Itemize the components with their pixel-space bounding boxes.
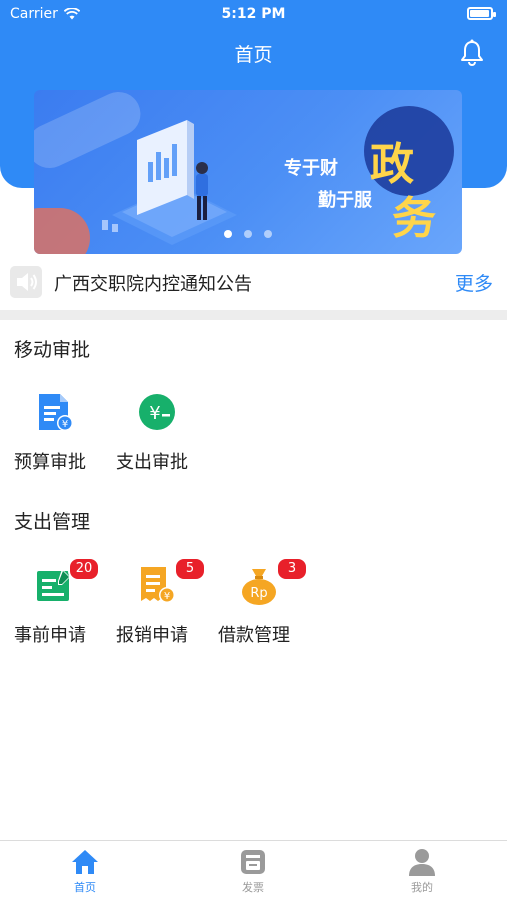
status-bar: Carrier 5:12 PM — [0, 0, 507, 30]
budget-approval-entry[interactable]: ¥ 预算审批 — [4, 392, 104, 492]
bottom-tab-bar: 首页 发票 我的 — [0, 840, 507, 900]
tab-profile[interactable]: 我的 — [372, 847, 472, 895]
speaker-icon — [10, 266, 42, 298]
tab-home-label: 首页 — [74, 881, 96, 894]
prior-application-badge: 20 — [68, 557, 100, 581]
expense-approval-label: 支出审批 — [116, 452, 188, 473]
banner-slogan-line1: 专于财 — [284, 158, 338, 179]
promo-banner-carousel[interactable]: 专于财 勤于服 政 务 — [34, 90, 462, 254]
profile-icon — [409, 849, 435, 876]
notice-bar[interactable]: 广西交职院内控通知公告 更多 — [0, 256, 507, 308]
carousel-pagination — [34, 230, 462, 238]
notice-title[interactable]: 广西交职院内控通知公告 — [54, 270, 252, 296]
budget-doc-icon: ¥ — [39, 394, 73, 431]
reimbursement-receipt-icon: ¥ — [141, 567, 175, 603]
svg-text:¥: ¥ — [149, 403, 160, 424]
notification-bell-icon[interactable] — [459, 39, 485, 67]
banner-slogan-line2: 勤于服 — [318, 190, 372, 211]
loan-badge: 3 — [276, 557, 308, 581]
tab-invoice[interactable]: 发票 — [203, 847, 303, 895]
reimbursement-application-label: 报销申请 — [116, 625, 188, 646]
tab-home[interactable]: 首页 — [35, 847, 135, 895]
svg-text:Rp: Rp — [250, 586, 267, 601]
section-title-mobile-approval: 移动审批 — [14, 339, 91, 361]
invoice-icon — [241, 850, 265, 874]
reimbursement-badge: 5 — [174, 557, 206, 581]
budget-approval-label: 预算审批 — [14, 452, 86, 473]
home-icon — [72, 850, 98, 874]
loan-management-entry[interactable]: Rp 3 借款管理 — [208, 557, 308, 665]
app-screen: Carrier 5:12 PM 首页 专于财 勤于服 政 务 广西交职院内控通知… — [0, 0, 507, 900]
navigation-bar: 首页 — [0, 30, 507, 76]
svg-text:¥: ¥ — [62, 419, 68, 430]
tab-profile-label: 我的 — [411, 881, 433, 894]
yuan-circle-icon: ¥ — [139, 394, 175, 430]
tab-invoice-label: 发票 — [242, 881, 264, 894]
clock: 5:12 PM — [221, 6, 286, 22]
expense-approval-entry[interactable]: ¥ 支出审批 — [106, 392, 206, 492]
reimbursement-application-entry[interactable]: ¥ 5 报销申请 — [106, 557, 206, 665]
more-link[interactable]: 更多 — [455, 269, 493, 296]
page-title: 首页 — [234, 44, 273, 66]
carousel-dot[interactable] — [224, 230, 232, 238]
svg-text:¥: ¥ — [164, 591, 170, 602]
prior-application-entry[interactable]: 20 事前申请 — [4, 557, 104, 665]
loan-bag-icon: Rp — [242, 569, 276, 605]
section-title-expense-management: 支出管理 — [14, 511, 91, 533]
prior-application-label: 事前申请 — [14, 625, 86, 646]
carousel-dot[interactable] — [264, 230, 272, 238]
section-divider — [0, 310, 507, 320]
carousel-dot[interactable] — [244, 230, 252, 238]
loan-management-label: 借款管理 — [218, 625, 290, 646]
battery-icon — [467, 7, 496, 20]
